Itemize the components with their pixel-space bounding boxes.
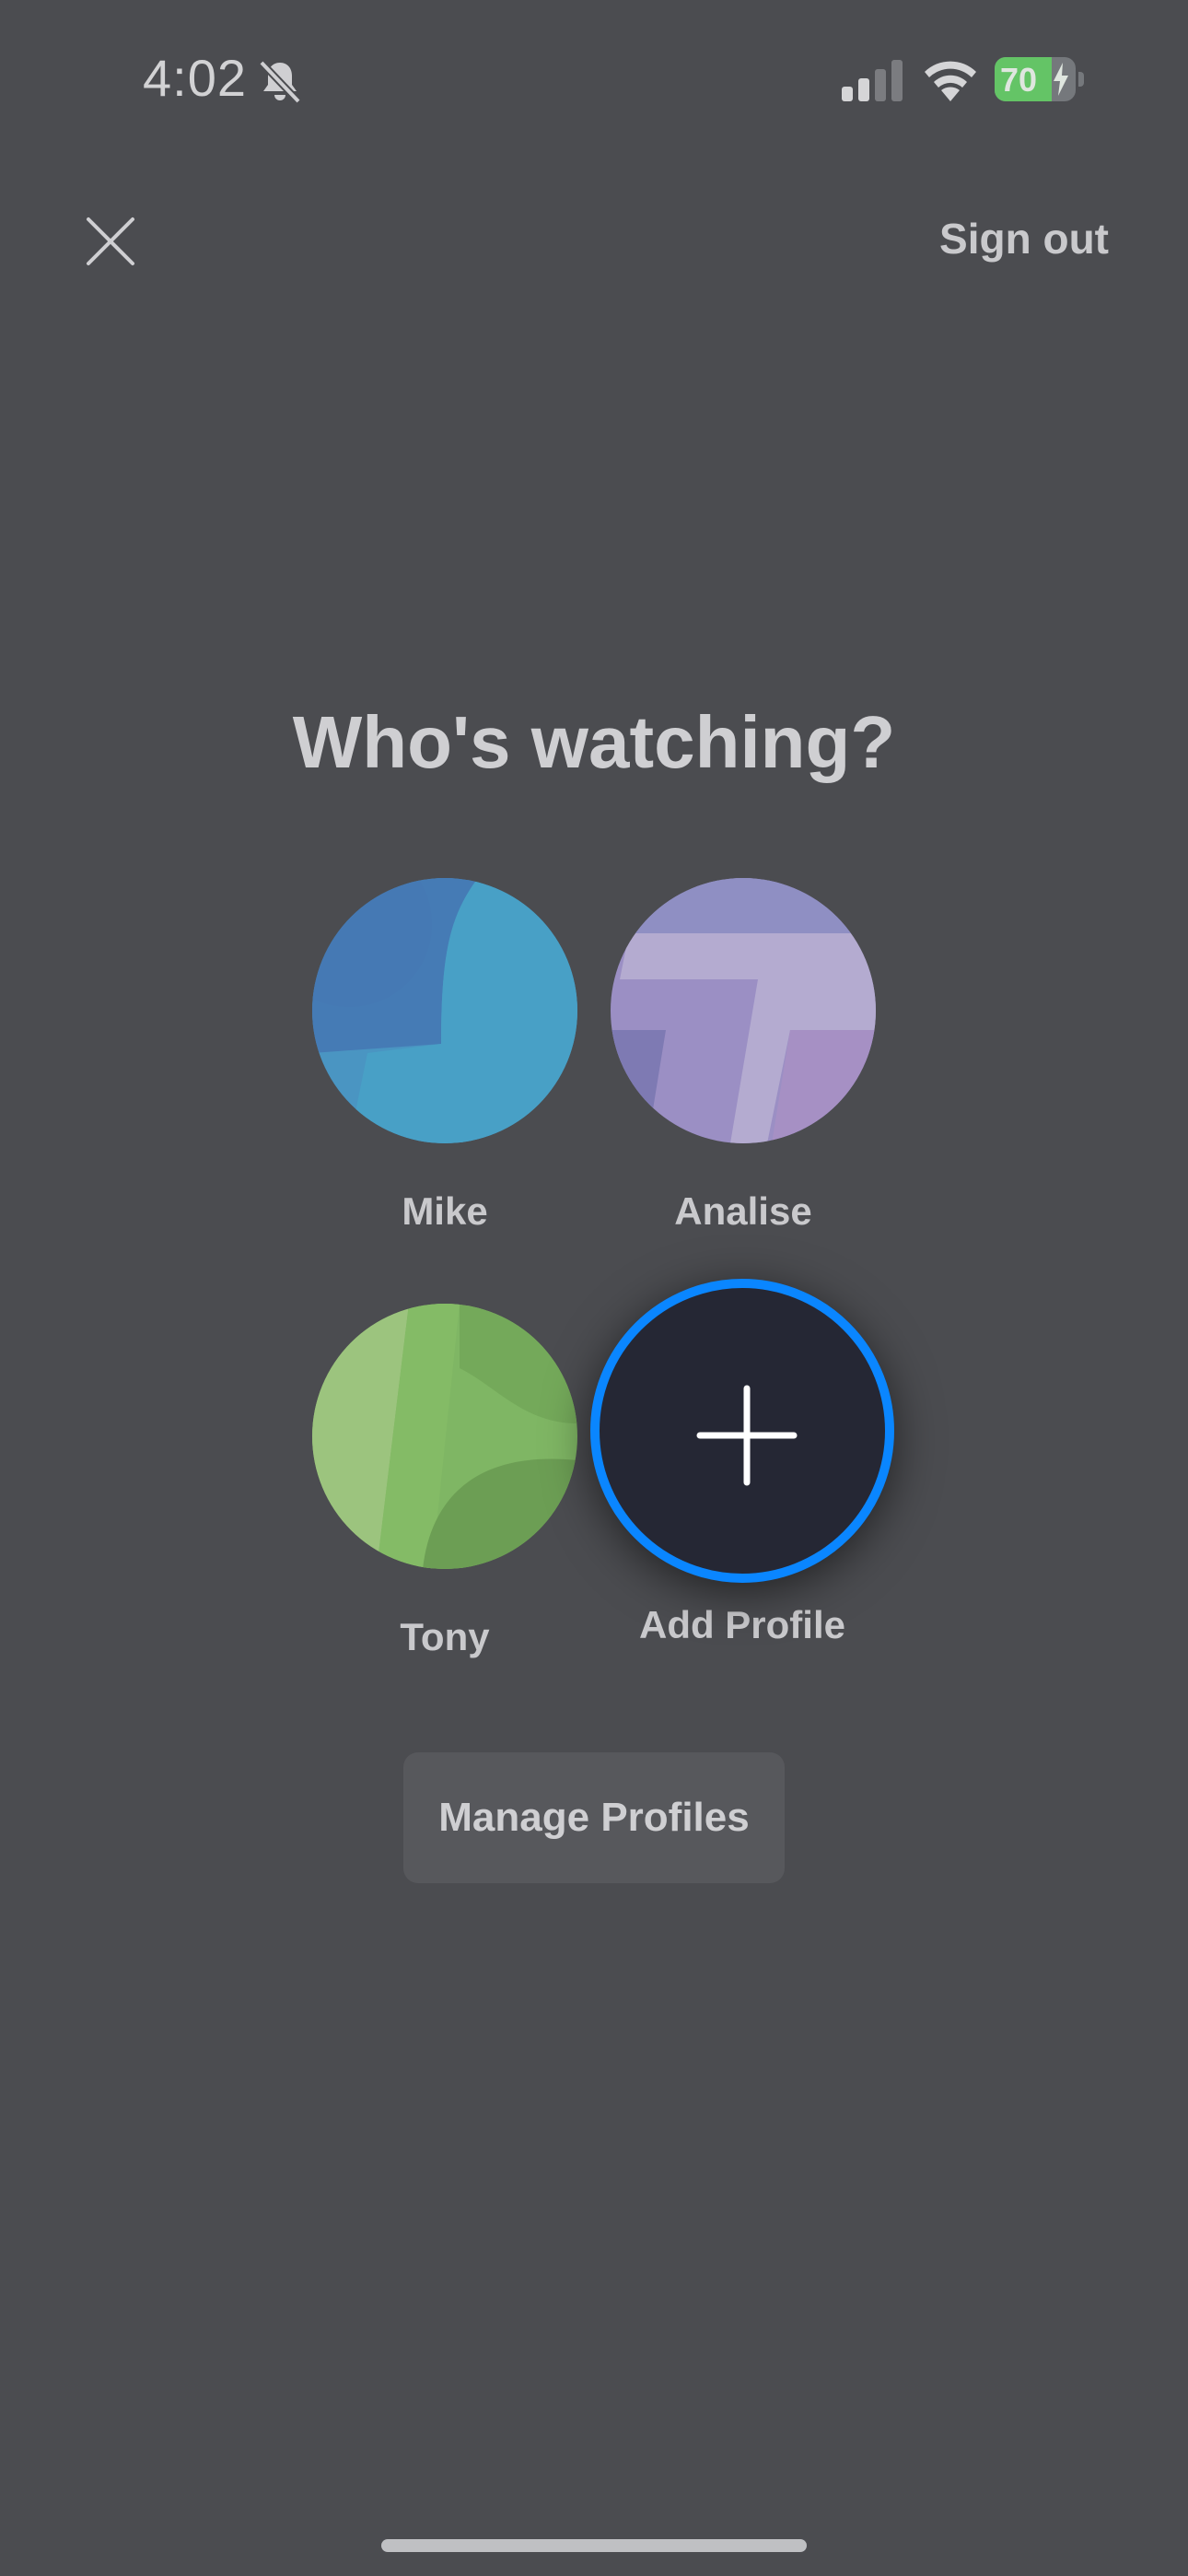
battery-indicator: 70 [995, 57, 1085, 101]
plus-icon [696, 1385, 798, 1486]
wifi-icon [925, 61, 976, 101]
page-title: Who's watching? [292, 701, 896, 783]
profile-analise[interactable]: Analise [605, 878, 881, 1234]
profile-name-tony: Tony [400, 1615, 490, 1658]
add-profile-button[interactable]: Add Profile [589, 1279, 895, 1647]
profile-avatar-analise[interactable] [611, 878, 876, 1143]
signal-icon [842, 60, 903, 101]
profile-mike[interactable]: Mike [307, 878, 583, 1234]
profile-avatar-mike[interactable] [312, 878, 577, 1143]
manage-profiles-button[interactable]: Manage Profiles [403, 1752, 785, 1883]
profile-picker-screen: 4:02 70 Sign out Who's watching? Mike An… [0, 0, 1188, 2576]
sign-out-button[interactable]: Sign out [939, 214, 1109, 263]
bell-slash-icon [259, 60, 301, 104]
add-profile-circle[interactable] [590, 1279, 894, 1583]
home-indicator[interactable] [381, 2539, 807, 2552]
close-icon[interactable] [81, 212, 140, 271]
add-profile-label: Add Profile [638, 1603, 845, 1646]
battery-level-text: 70 [1000, 61, 1038, 99]
charging-bolt-icon [1054, 63, 1068, 96]
profile-avatar-tony[interactable] [312, 1304, 577, 1569]
profile-name-analise: Analise [674, 1189, 812, 1233]
profile-name-mike: Mike [402, 1189, 488, 1233]
profile-tony[interactable]: Tony [307, 1304, 583, 1659]
status-time: 4:02 [143, 49, 247, 107]
